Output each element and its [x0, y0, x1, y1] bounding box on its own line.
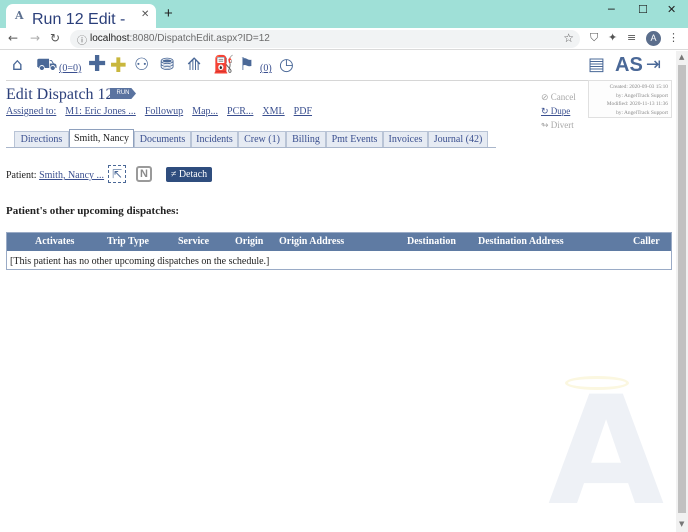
tab-documents[interactable]: Documents [134, 131, 191, 147]
column-caller[interactable]: Caller [633, 236, 660, 247]
angeltrack-favicon-icon: A [15, 9, 24, 22]
page-title: Edit Dispatch 12 [6, 86, 114, 103]
info-icon[interactable]: ⓘ [77, 32, 87, 47]
run-badge: RUN [110, 88, 136, 99]
tab-directions[interactable]: Directions [14, 131, 69, 147]
puzzle-extension-icon[interactable]: ✦ [608, 31, 617, 44]
watermark-halo [565, 376, 629, 390]
assigned-crew-link[interactable]: M1: Eric Jones ... [65, 106, 136, 117]
tab-incidents[interactable]: Incidents [191, 131, 238, 147]
media-control-icon[interactable]: ≡ [627, 31, 636, 44]
select-patient-icon[interactable]: ⇱ [108, 165, 126, 183]
header-divider [6, 80, 670, 81]
modified-by: by: AngelTrack Support [616, 109, 668, 116]
tab-invoices[interactable]: Invoices [383, 131, 428, 147]
flag-icon[interactable]: ⚑ [239, 55, 254, 75]
back-icon[interactable]: ← [8, 31, 18, 45]
scrollbar-thumb[interactable] [678, 65, 686, 513]
upcoming-dispatches-heading: Patient's other upcoming dispatches: [6, 205, 180, 217]
map-link[interactable]: Map... [192, 106, 218, 117]
close-tab-icon[interactable]: ✕ [141, 9, 149, 20]
url-text: localhost:8080/DispatchEdit.aspx?ID=12 [90, 33, 270, 44]
tab-pmt-events[interactable]: Pmt Events [326, 131, 383, 147]
column-activates[interactable]: Activates [35, 236, 74, 247]
user-initials-button[interactable]: AS [615, 54, 643, 78]
patient-label: Patient: [6, 170, 37, 181]
column-origin-address[interactable]: Origin Address [279, 236, 344, 247]
column-origin[interactable]: Origin [235, 236, 263, 247]
home-icon[interactable]: ⌂ [12, 55, 23, 75]
column-destination[interactable]: Destination [407, 236, 456, 247]
tabs-baseline [6, 147, 496, 148]
clock-icon[interactable]: ◷ [279, 55, 294, 75]
assigned-to-label[interactable]: Assigned to: [6, 106, 56, 117]
tab-journal[interactable]: Journal (42) [428, 131, 488, 147]
pdf-link[interactable]: PDF [294, 106, 312, 117]
patient-row: Patient: Smith, Nancy ... [6, 170, 104, 181]
url-input[interactable]: ⓘ localhost:8080/DispatchEdit.aspx?ID=12… [70, 30, 580, 48]
upcoming-dispatches-table: Activates Trip Type Service Origin Origi… [6, 232, 672, 270]
dispatch-links: Assigned to: M1: Eric Jones ... Followup Ma… [6, 106, 321, 117]
audit-info-box: Created: 2020-09-03 15:10 by: AngelTrack… [588, 80, 672, 118]
detach-button[interactable]: ≠ Detach [166, 167, 212, 182]
ambulance-icon[interactable]: ⛟ [36, 55, 57, 75]
shield-extension-icon[interactable]: ⛉ [590, 31, 598, 45]
maximize-icon[interactable]: ☐ [638, 3, 648, 16]
station-icon[interactable]: ▤ [588, 54, 605, 78]
browser-tab[interactable]: A Run 12 Edit - AngelTrack ✕ [6, 4, 156, 46]
dupe-button[interactable]: ↻ Dupe [541, 104, 576, 118]
browser-menu-icon[interactable]: ⋮ [668, 31, 679, 44]
add-dispatch-icon[interactable]: ✚ [88, 54, 106, 76]
created-date: Created: 2020-09-03 15:10 [609, 84, 668, 90]
handshake-icon[interactable]: ⟰ [187, 55, 201, 75]
tab-crew[interactable]: Crew (1) [238, 131, 286, 147]
profile-avatar[interactable]: A [646, 31, 661, 46]
people-icon[interactable]: ⚇ [134, 55, 149, 75]
fuel-icon[interactable]: ⛽ [213, 55, 234, 75]
created-by: by: AngelTrack Support [616, 92, 668, 99]
forward-icon[interactable]: → [30, 31, 40, 45]
followup-link[interactable]: Followup [145, 106, 183, 117]
column-service[interactable]: Service [178, 236, 209, 247]
vehicles-count-link[interactable]: (0=0) [59, 59, 81, 79]
address-bar-row: ← → ↻ ⓘ localhost:8080/DispatchEdit.aspx… [0, 28, 688, 50]
note-icon[interactable]: N [136, 166, 152, 182]
scroll-down-icon[interactable]: ▼ [679, 520, 684, 528]
column-trip-type[interactable]: Trip Type [107, 236, 149, 247]
page-scrollbar[interactable]: ▲ ▼ [676, 51, 688, 532]
bookmark-star-icon[interactable]: ☆ [563, 31, 574, 45]
pcr-link[interactable]: PCR... [227, 106, 253, 117]
column-destination-address[interactable]: Destination Address [478, 236, 564, 247]
dispatch-actions: ⊘ Cancel ↻ Dupe ↬ Divert [541, 90, 576, 132]
flag-count-link[interactable]: (0) [260, 59, 272, 79]
empty-table-message: [This patient has no other upcoming disp… [10, 256, 270, 267]
minimize-icon[interactable]: ─ [608, 3, 615, 16]
xml-link[interactable]: XML [262, 106, 284, 117]
tab-patient[interactable]: Smith, Nancy [69, 129, 134, 148]
browser-tab-strip: A Run 12 Edit - AngelTrack ✕ + ─ ☐ ✕ [0, 0, 688, 46]
medical-icon[interactable]: ✚ [110, 55, 127, 75]
angeltrack-watermark: A [548, 365, 665, 532]
scroll-up-icon[interactable]: ▲ [679, 53, 684, 61]
modified-date: Modified: 2020-11-13 11:36 [606, 101, 668, 108]
table-header: Activates Trip Type Service Origin Origi… [7, 233, 671, 251]
close-window-icon[interactable]: ✕ [667, 3, 676, 16]
divert-button[interactable]: ↬ Divert [541, 118, 576, 132]
reload-icon[interactable]: ↻ [50, 31, 60, 45]
billing-icon[interactable]: ⛃ [160, 55, 174, 75]
cancel-button[interactable]: ⊘ Cancel [541, 90, 576, 104]
tab-billing[interactable]: Billing [286, 131, 326, 147]
logout-icon[interactable]: ⇥ [646, 54, 661, 78]
patient-name-link[interactable]: Smith, Nancy ... [39, 170, 104, 181]
new-tab-button[interactable]: + [164, 5, 173, 22]
